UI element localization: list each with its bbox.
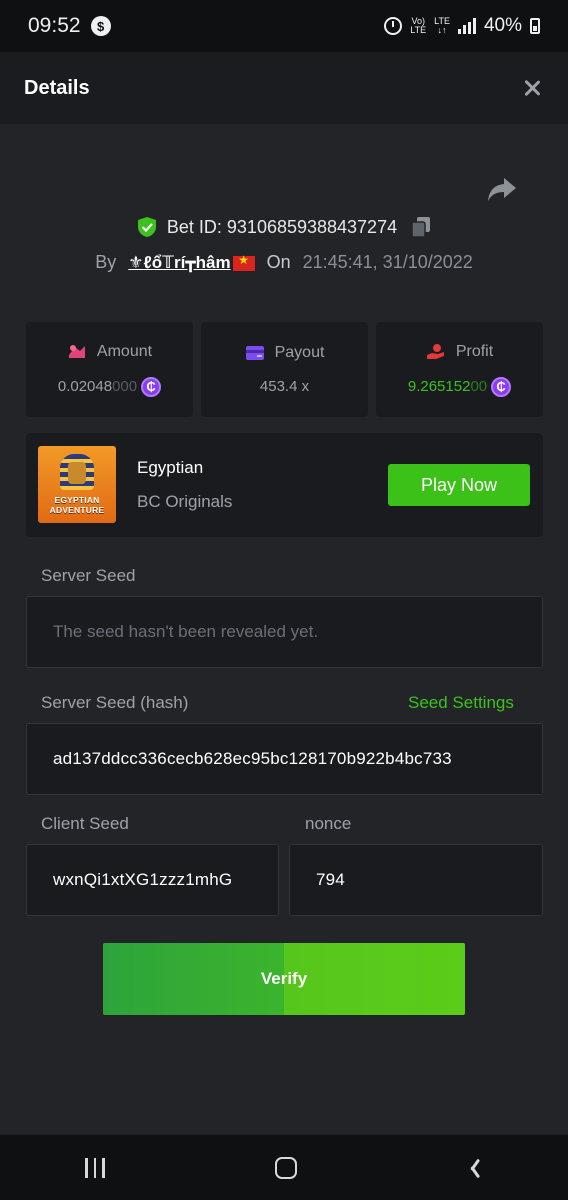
bet-details-panel: Bet ID: 93106859388437274 By ⚜ℓổ𝕋rí┳hâm … [0, 124, 568, 1134]
close-icon[interactable] [520, 76, 544, 100]
payout-card-icon [245, 346, 264, 360]
payout-card: Payout 453.4 x [201, 322, 368, 417]
status-bar: 09:52 $ Vo) LTE LTE ↓↑ 40% [0, 0, 568, 52]
client-seed-field[interactable]: wxnQi1xtXG1zzz1mhG [26, 844, 279, 916]
app-notification-icon: $ [90, 16, 111, 36]
lte-indicator: LTE ↓↑ [434, 16, 450, 35]
share-icon[interactable] [486, 176, 518, 204]
status-time: 09:52 [28, 14, 81, 37]
server-seed-field: The seed hasn't been revealed yet. [26, 596, 543, 668]
vietnam-flag-icon [232, 253, 255, 271]
profit-hand-icon [426, 343, 444, 359]
nonce-field[interactable]: 794 [289, 844, 543, 916]
battery-icon [530, 18, 540, 34]
play-now-button[interactable]: Play Now [388, 464, 530, 506]
android-nav-bar [0, 1134, 568, 1200]
battery-percent: 40% [483, 15, 522, 36]
volte-indicator: Vo) LTE [410, 16, 427, 35]
page-title: Details [24, 76, 90, 99]
bet-author-row: By ⚜ℓổ𝕋rí┳hâm On 21:45:41, 31/10/2022 [0, 252, 568, 273]
coin-icon: ₵ [141, 376, 162, 397]
amount-card: Amount 0.02048000 ₵ [26, 322, 193, 417]
server-seed-hash-label: Server Seed (hash) [41, 693, 189, 712]
amount-icon [68, 344, 85, 358]
on-label: On [266, 252, 291, 272]
amount-value: 0.02048000 ₵ [58, 376, 162, 397]
username-link[interactable]: ⚜ℓổ𝕋rí┳hâm [128, 253, 255, 273]
copy-icon[interactable] [411, 216, 431, 238]
home-icon[interactable] [274, 1156, 297, 1179]
game-provider: BC Originals [137, 492, 233, 511]
payout-label: Payout [274, 344, 325, 361]
bet-stats: Amount 0.02048000 ₵ Payout 453.4 x Profi… [26, 322, 543, 417]
bet-datetime: 21:45:41, 31/10/2022 [302, 252, 473, 272]
bet-id: Bet ID: 93106859388437274 [166, 216, 398, 237]
nonce-label: nonce [305, 814, 352, 833]
profit-label: Profit [455, 342, 494, 360]
recents-icon[interactable] [85, 1157, 105, 1178]
profit-value: 9.26515200 ₵ [408, 376, 512, 397]
client-seed-label: Client Seed [41, 814, 129, 833]
status-right: Vo) LTE LTE ↓↑ 40% [384, 15, 540, 37]
by-label: By [95, 252, 117, 272]
bet-id-row: Bet ID: 93106859388437274 [0, 216, 568, 238]
game-name: Egyptian [137, 458, 204, 477]
coin-icon: ₵ [491, 376, 512, 397]
shield-check-icon [137, 217, 156, 237]
amount-label: Amount [96, 342, 153, 360]
thumb-title-line2: ADVENTURE [49, 505, 105, 515]
signal-icon [457, 18, 476, 34]
payout-value: 453.4 x [259, 378, 310, 395]
server-seed-label: Server Seed [41, 566, 136, 585]
verify-button[interactable]: Verify [103, 943, 465, 1015]
game-thumbnail[interactable]: EGYPTIAN ADVENTURE [38, 446, 116, 523]
alarm-icon [384, 17, 403, 35]
thumb-title-line1: EGYPTIAN [54, 495, 100, 505]
status-left: 09:52 $ [28, 14, 111, 38]
back-icon[interactable] [467, 1157, 483, 1179]
server-seed-hash-field[interactable]: ad137ddcc336cecb628ec95bc128170b922b4bc7… [26, 723, 543, 795]
seed-settings-link[interactable]: Seed Settings [408, 693, 514, 713]
game-card: EGYPTIAN ADVENTURE Egyptian BC Originals… [26, 433, 543, 537]
profit-card: Profit 9.26515200 ₵ [376, 322, 543, 417]
details-header: Details [0, 52, 568, 124]
